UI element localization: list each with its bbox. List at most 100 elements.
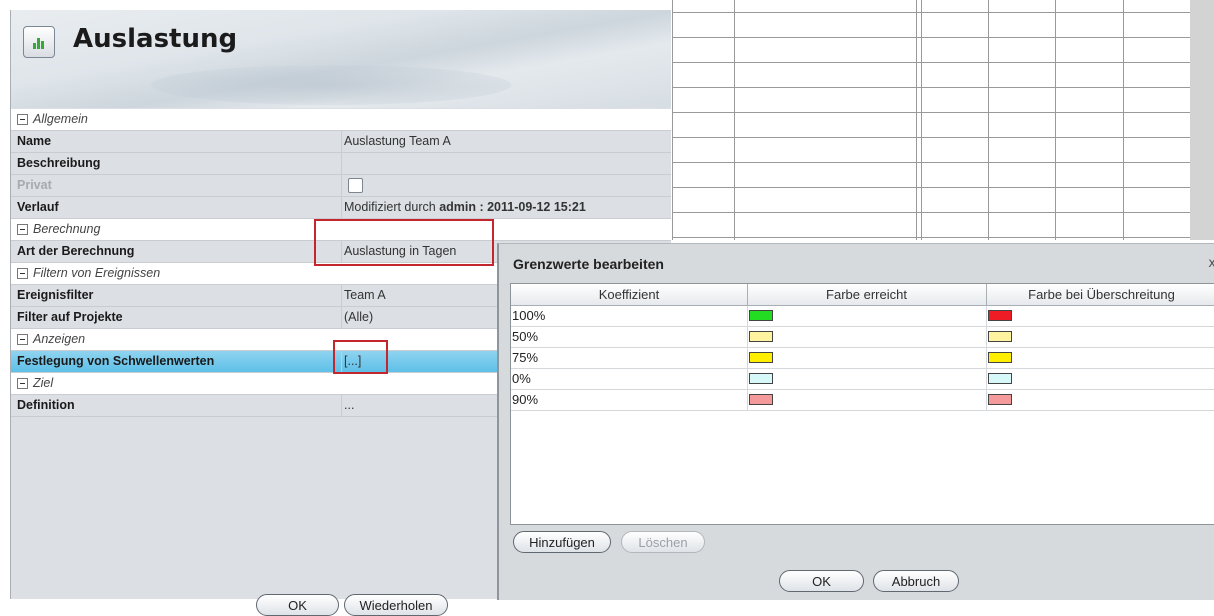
coefficient-cell[interactable]: 100%: [512, 308, 545, 323]
column-header[interactable]: Koeffizient: [511, 287, 747, 302]
column-separator: [341, 131, 342, 152]
column-separator: [747, 348, 748, 368]
property-value-bold: admin : 2011-09-12 15:21: [439, 200, 586, 214]
panel-title: Auslastung: [73, 24, 238, 54]
collapse-icon[interactable]: [17, 114, 28, 125]
property-label: Verlauf: [17, 200, 59, 214]
property-value: ...: [344, 398, 354, 412]
reached-color-swatch[interactable]: [749, 331, 773, 342]
property-value-text: Modifiziert durch: [344, 200, 440, 214]
property-row[interactable]: Name Auslastung Team A: [11, 131, 671, 153]
property-row[interactable]: Verlauf Modifiziert durch admin : 2011-09…: [11, 197, 671, 219]
column-separator: [341, 175, 342, 196]
background-grid: [672, 0, 1214, 240]
table-row[interactable]: 50%: [511, 327, 1214, 348]
exceeded-color-swatch[interactable]: [988, 373, 1012, 384]
dialog-ok-button[interactable]: OK: [779, 570, 864, 592]
collapse-icon[interactable]: [17, 268, 28, 279]
property-value-text: (Alle): [344, 310, 374, 324]
property-label: Filter auf Projekte: [17, 310, 123, 324]
grid-line: [672, 112, 1214, 113]
table-header: Koeffizient Farbe erreicht Farbe bei Übers…: [511, 284, 1214, 306]
column-separator: [986, 390, 987, 410]
grid-line: [672, 12, 1214, 13]
grid-line: [672, 187, 1214, 188]
column-separator: [747, 369, 748, 389]
property-label: Allgemein: [33, 112, 88, 126]
property-label: Ereignisfilter: [17, 288, 94, 302]
grid-line: [672, 37, 1214, 38]
column-separator: [747, 284, 748, 305]
table-row[interactable]: 0%: [511, 369, 1214, 390]
add-button[interactable]: Hinzufügen: [513, 531, 611, 553]
column-separator: [986, 348, 987, 368]
exceeded-color-swatch[interactable]: [988, 310, 1012, 321]
grid-line: [672, 87, 1214, 88]
grid-column: [1190, 0, 1214, 240]
grid-line: [921, 0, 922, 240]
property-label: Anzeigen: [33, 332, 86, 346]
property-label: Beschreibung: [17, 156, 101, 170]
grid-line: [672, 162, 1214, 163]
property-row[interactable]: Beschreibung: [11, 153, 671, 175]
column-separator: [341, 285, 342, 306]
column-separator: [747, 390, 748, 410]
property-value: Modifiziert durch admin : 2011-09-12 15:…: [344, 200, 586, 214]
chart-icon: [23, 26, 55, 58]
column-separator: [341, 153, 342, 174]
table-row[interactable]: 90%: [511, 390, 1214, 411]
property-value-text: Auslastung Team A: [344, 134, 451, 148]
property-value: (Alle): [344, 310, 373, 324]
grid-line: [672, 62, 1214, 63]
reached-color-swatch[interactable]: [749, 373, 773, 384]
reached-color-swatch[interactable]: [749, 310, 773, 321]
coefficient-cell[interactable]: 50%: [512, 329, 538, 344]
grid-line: [734, 0, 735, 240]
property-label: Berechnung: [33, 222, 101, 236]
collapse-icon[interactable]: [17, 334, 28, 345]
dialog-title: Grenzwerte bearbeiten: [513, 256, 664, 272]
property-label: Privat: [17, 178, 52, 192]
column-separator: [747, 306, 748, 326]
grid-line: [1123, 0, 1124, 240]
private-checkbox[interactable]: [348, 178, 363, 193]
property-row[interactable]: Privat: [11, 175, 671, 197]
coefficient-cell[interactable]: 90%: [512, 392, 538, 407]
reached-color-swatch[interactable]: [749, 352, 773, 363]
exceeded-color-swatch[interactable]: [988, 352, 1012, 363]
delete-button[interactable]: Löschen: [621, 531, 705, 553]
header-decoration: [151, 65, 511, 105]
collapse-icon[interactable]: [17, 224, 28, 235]
grid-line: [672, 0, 673, 240]
exceeded-color-swatch[interactable]: [988, 331, 1012, 342]
thresholds-dialog: Grenzwerte bearbeiten x Koeffizient Farbe…: [497, 243, 1214, 600]
property-label: Art der Berechnung: [17, 244, 135, 258]
table-row[interactable]: 100%: [511, 306, 1214, 327]
property-label: Ziel: [33, 376, 54, 390]
column-header[interactable]: Farbe erreicht: [747, 287, 986, 302]
column-separator: [341, 197, 342, 218]
table-row[interactable]: 75%: [511, 348, 1214, 369]
column-separator: [341, 395, 342, 416]
highlight-calc-type: [314, 219, 494, 266]
ok-button[interactable]: OK: [256, 594, 339, 616]
property-value-text: Team A: [344, 288, 386, 302]
grid-line: [672, 237, 1214, 238]
property-value: Team A: [344, 288, 386, 302]
property-label: Definition: [17, 398, 75, 412]
repeat-button[interactable]: Wiederholen: [344, 594, 448, 616]
column-separator: [341, 307, 342, 328]
column-separator: [986, 327, 987, 347]
close-icon[interactable]: x: [1208, 256, 1214, 271]
panel-header: Auslastung: [11, 10, 671, 108]
exceeded-color-swatch[interactable]: [988, 394, 1012, 405]
property-label: Name: [17, 134, 52, 148]
column-header[interactable]: Farbe bei Überschreitung: [986, 287, 1214, 302]
property-label: Filtern von Ereignissen: [33, 266, 161, 280]
coefficient-cell[interactable]: 0%: [512, 371, 531, 386]
collapse-icon[interactable]: [17, 378, 28, 389]
reached-color-swatch[interactable]: [749, 394, 773, 405]
coefficient-cell[interactable]: 75%: [512, 350, 538, 365]
property-group[interactable]: Allgemein: [11, 109, 671, 131]
dialog-cancel-button[interactable]: Abbruch: [873, 570, 959, 592]
